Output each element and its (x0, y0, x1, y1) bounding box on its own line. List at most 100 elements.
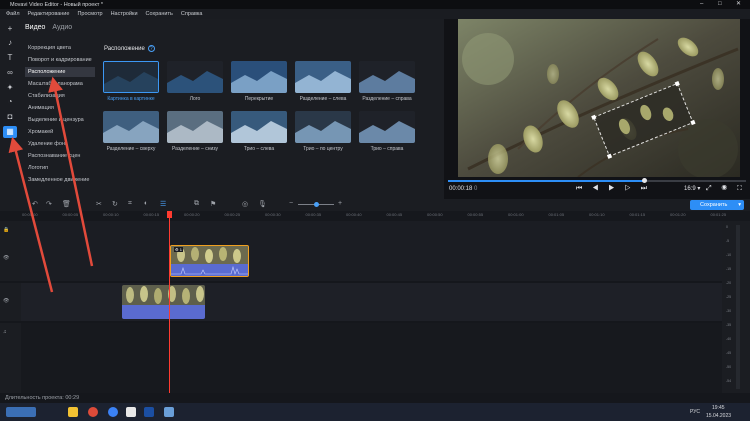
eye-icon[interactable]: 👁 (3, 255, 9, 261)
delete-icon[interactable]: 🗑 (62, 200, 71, 208)
ruler-tick: 00:01:15 (629, 212, 646, 217)
transitions-icon[interactable]: ∞ (3, 67, 17, 79)
stickers-icon[interactable]: ◘ (3, 111, 17, 123)
rotate-icon[interactable]: ↻ (112, 200, 118, 208)
zoom-handle[interactable] (314, 202, 319, 207)
explorer-icon[interactable] (68, 407, 78, 417)
split-icon[interactable]: ✂ (96, 200, 102, 208)
playhead-handle[interactable] (167, 211, 172, 218)
crop-icon[interactable]: ⌗ (128, 200, 132, 208)
eye-icon[interactable]: 👁 (3, 298, 9, 304)
preview-video[interactable] (458, 19, 740, 177)
chrome-icon[interactable] (88, 407, 98, 417)
timeline-ruler[interactable]: 00:00:00 00:00:05 00:00:10 00:00:15 00:00:20… (0, 211, 750, 221)
flag-icon[interactable]: ⚑ (210, 200, 216, 208)
seek-bar[interactable] (448, 178, 746, 183)
layout-tile-label: Разделение – слева (299, 96, 347, 102)
taskbar: РУС 19:45 15.04.2023 (0, 403, 750, 421)
clock-time[interactable]: 19:45 (712, 405, 725, 411)
music-note-icon[interactable]: ♪ (3, 37, 17, 49)
ruler-tick: 00:00:35 (305, 212, 322, 217)
layout-tile[interactable] (231, 111, 287, 143)
motion-icon[interactable]: ◔ (3, 96, 17, 108)
maximize-button[interactable]: □ (718, 0, 722, 9)
menu-file[interactable]: Файл (6, 11, 20, 17)
close-button[interactable]: ✕ (736, 0, 741, 9)
category-bg-removal[interactable]: Удаление фона (25, 139, 95, 149)
timecode-ms: 0 (474, 186, 478, 192)
filters-icon[interactable]: ✦ (3, 82, 17, 94)
zoom-slider[interactable] (298, 202, 334, 207)
layout-tile[interactable] (167, 61, 223, 93)
preview-tools[interactable]: ⤢ ◉ ⛶ (706, 185, 746, 193)
category-stabilization[interactable]: Стабилизация (25, 91, 95, 101)
category-animation[interactable]: Анимация (25, 103, 95, 113)
overlay-clip[interactable]: ⚙ 1 (170, 245, 249, 277)
seek-progress (448, 180, 645, 182)
language-indicator[interactable]: РУС (690, 409, 700, 415)
movavi-icon[interactable] (144, 407, 154, 417)
redo-icon[interactable]: ↷ (46, 200, 52, 208)
edge-icon[interactable] (108, 407, 118, 417)
ruler-tick: 00:01:10 (589, 212, 605, 217)
lock-icon[interactable]: 🔒 (3, 227, 9, 233)
layout-tile[interactable] (231, 61, 287, 93)
text-icon[interactable]: T (3, 52, 17, 64)
layout-thumbnail (103, 111, 159, 143)
category-logo[interactable]: Логотип (25, 163, 95, 173)
layout-tile[interactable] (103, 111, 159, 143)
layout-tile[interactable] (359, 111, 415, 143)
clock-date[interactable]: 15.04.2023 (706, 413, 731, 419)
save-button[interactable]: Сохранить ▾ (690, 200, 744, 210)
menu-help[interactable]: Справка (181, 11, 203, 17)
ruler-tick: 00:00:10 (103, 212, 119, 217)
meter-tick: -45 (726, 351, 732, 355)
category-rotate-crop[interactable]: Поворот и кадрирование (25, 55, 95, 65)
save-dropdown-icon[interactable]: ▾ (738, 200, 741, 210)
start-icon[interactable] (6, 407, 36, 417)
meter-tick: 0 (726, 225, 728, 229)
menu-view[interactable]: Просмотр (77, 11, 102, 17)
zoom-out-icon[interactable]: − (289, 200, 293, 207)
plus-icon[interactable]: + (3, 23, 17, 35)
tab-video[interactable]: Видео (25, 24, 45, 31)
ruler-tick: 00:00:55 (467, 212, 484, 217)
color-icon[interactable]: ◐ (144, 200, 148, 207)
meter-tick: -54 (726, 379, 732, 383)
seek-handle[interactable] (642, 178, 648, 183)
playhead[interactable] (167, 211, 172, 393)
layout-tile[interactable] (295, 61, 351, 93)
menu-save[interactable]: Сохранить (146, 11, 173, 17)
tab-audio[interactable]: Аудио (52, 24, 72, 31)
mic-icon[interactable]: 🎙 (258, 200, 267, 208)
layout-tile[interactable] (167, 111, 223, 143)
more-tools-icon[interactable]: ▦ (3, 126, 17, 138)
minimize-button[interactable]: – (700, 0, 703, 9)
aspect-ratio-select[interactable]: 16:9 ▾ (684, 185, 700, 192)
meter-tick: -20 (726, 281, 732, 285)
webcam-icon[interactable]: ◎ (242, 200, 248, 208)
help-icon[interactable]: ? (147, 45, 155, 52)
category-color-correction[interactable]: Коррекция цвета (25, 43, 95, 53)
notepad-icon[interactable] (126, 407, 136, 417)
overlay-icon[interactable]: ⧉ (194, 200, 199, 208)
overlay-track (21, 221, 722, 281)
photos-icon[interactable] (164, 407, 174, 417)
layout-tile[interactable] (103, 61, 159, 93)
zoom-in-icon[interactable]: + (338, 200, 342, 207)
undo-icon[interactable]: ↶ (32, 200, 38, 208)
layout-tile[interactable] (359, 61, 415, 93)
timeline: 🔒 👁 👁 ♫ ⚙ 1 (0, 221, 722, 393)
category-zoom-pan[interactable]: Масштаб и панорама (25, 79, 95, 89)
category-slow-motion[interactable]: Замедленное движение (25, 175, 95, 185)
layout-tile[interactable] (295, 111, 351, 143)
menu-settings[interactable]: Настройки (111, 11, 138, 17)
playback-controls[interactable]: ⏮ ◀ ▶ ▷ ⏭ (576, 185, 651, 193)
menu-edit[interactable]: Редактирование (28, 11, 70, 17)
main-clip[interactable] (122, 285, 205, 319)
category-highlight-censor[interactable]: Выделение и цензура (25, 115, 95, 125)
category-chroma-key[interactable]: Хромакей (25, 127, 95, 137)
category-layout[interactable]: Расположение (25, 67, 95, 77)
clip-properties-icon[interactable]: ☰ (160, 200, 166, 208)
category-scene-detection[interactable]: Распознавание сцен (25, 151, 95, 161)
